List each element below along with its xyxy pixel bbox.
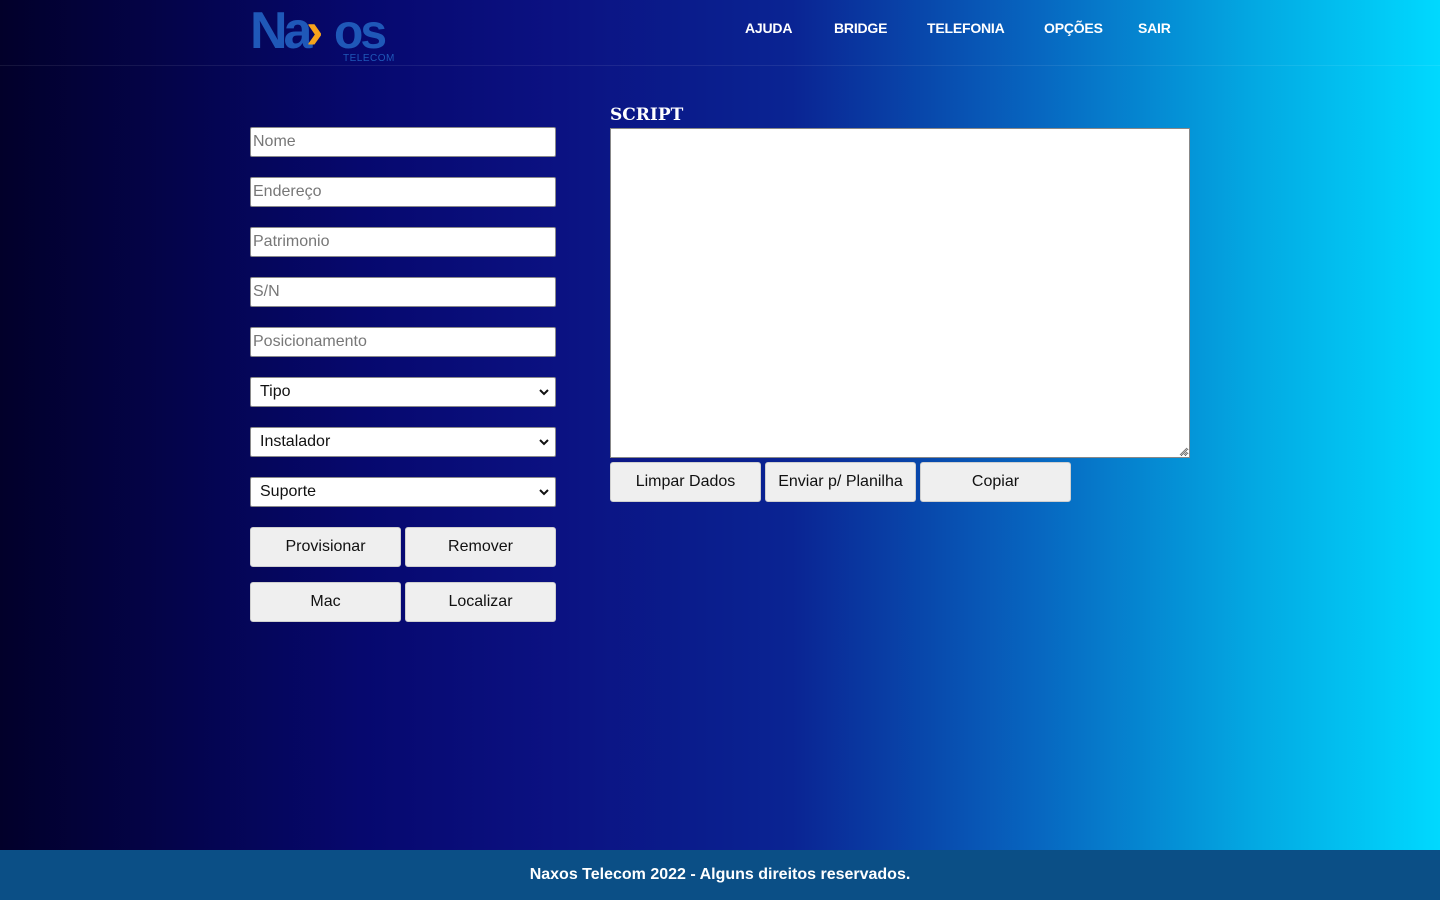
instalador-select[interactable]: Instalador xyxy=(250,427,556,457)
chevron-down-icon xyxy=(539,489,549,496)
suporte-select-value: Suporte xyxy=(260,483,317,500)
footer-copyright: Naxos Telecom 2022 - Alguns direitos res… xyxy=(529,866,911,883)
mac-button[interactable]: Mac xyxy=(250,582,401,622)
nome-input[interactable] xyxy=(250,127,556,157)
chevron-down-icon xyxy=(539,439,549,446)
svg-text:TELECOM: TELECOM xyxy=(343,53,395,64)
script-title: SCRIPT xyxy=(610,105,684,125)
page-footer: Naxos Telecom 2022 - Alguns direitos res… xyxy=(0,850,1440,900)
resize-grip-icon[interactable] xyxy=(1177,445,1188,456)
enviar-planilha-button[interactable]: Enviar p/ Planilha xyxy=(765,462,916,502)
instalador-select-value: Instalador xyxy=(260,433,331,450)
suporte-select[interactable]: Suporte xyxy=(250,477,556,507)
chevron-down-icon xyxy=(539,389,549,396)
endereco-input[interactable] xyxy=(250,177,556,207)
tipo-select[interactable]: Tipo xyxy=(250,377,556,407)
main-nav: AJUDA BRIDGE TELEFONIA OPÇÕES SAIR xyxy=(0,20,1440,40)
remover-button[interactable]: Remover xyxy=(405,527,556,567)
patrimonio-input[interactable] xyxy=(250,227,556,257)
nav-telefonia[interactable]: TELEFONIA xyxy=(927,20,1005,36)
copiar-button[interactable]: Copiar xyxy=(920,462,1071,502)
limpar-dados-button[interactable]: Limpar Dados xyxy=(610,462,761,502)
posicionamento-input[interactable] xyxy=(250,327,556,357)
nav-opcoes[interactable]: OPÇÕES xyxy=(1044,20,1103,36)
serial-number-input[interactable] xyxy=(250,277,556,307)
script-textarea[interactable] xyxy=(610,128,1190,458)
tipo-select-value: Tipo xyxy=(260,383,291,400)
provisionar-button[interactable]: Provisionar xyxy=(250,527,401,567)
nav-sair[interactable]: SAIR xyxy=(1138,20,1171,36)
nav-ajuda[interactable]: AJUDA xyxy=(745,20,792,36)
localizar-button[interactable]: Localizar xyxy=(405,582,556,622)
nav-bridge[interactable]: BRIDGE xyxy=(834,20,887,36)
top-header: Na › os TELECOM AJUDA BRIDGE TELEFONIA O… xyxy=(0,0,1440,66)
